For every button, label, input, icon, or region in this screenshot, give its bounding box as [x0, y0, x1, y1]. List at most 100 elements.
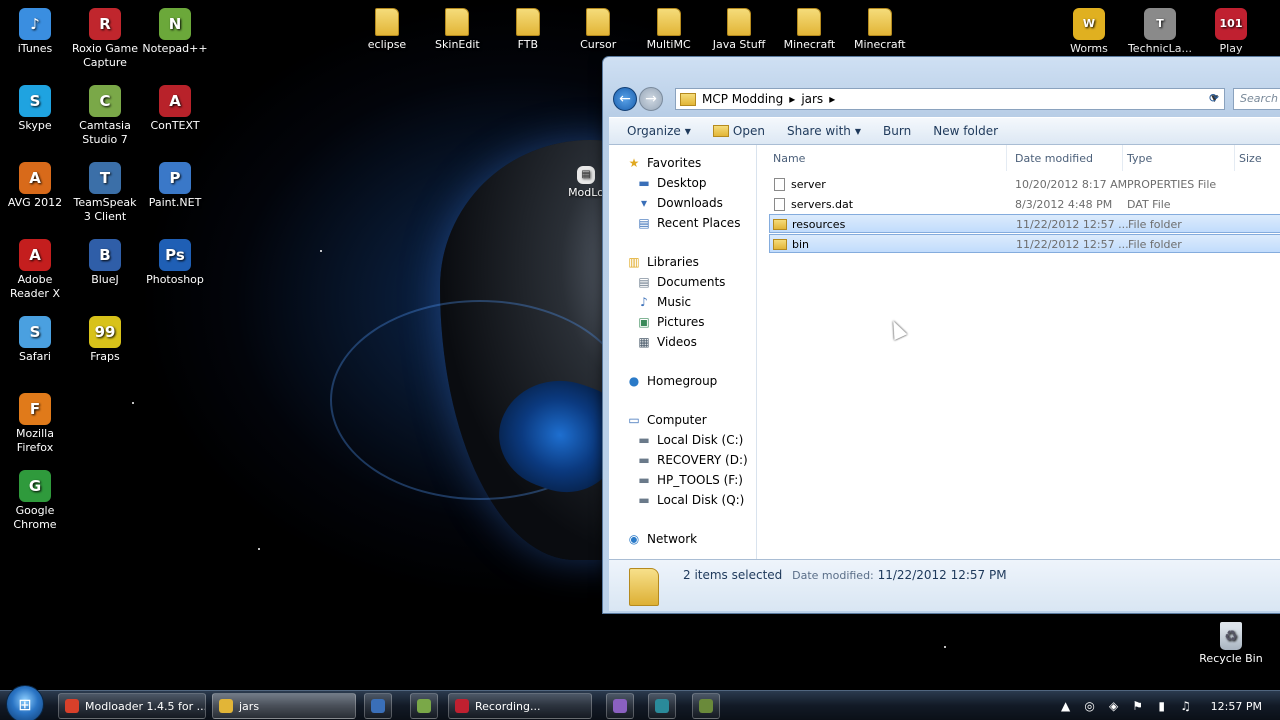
new-folder-button[interactable]: New folder: [925, 124, 1012, 138]
action-center-flag-icon[interactable]: ⚑: [1131, 699, 1145, 713]
desktop-icon[interactable]: C Camtasia Studio 7: [70, 85, 140, 147]
open-button[interactable]: Open: [705, 124, 779, 138]
search-input[interactable]: Search: [1233, 88, 1280, 110]
desktop-icon[interactable]: T TeamSpeak 3 Client: [70, 162, 140, 224]
desktop-icon[interactable]: P Paint.NET: [140, 162, 210, 210]
file-list: Name Date modified Type Size server 10/20…: [757, 145, 1280, 559]
nav-item-hp-tools-f[interactable]: ▬ HP_TOOLS (F:): [637, 471, 743, 489]
desktop-icon-label: Adobe Reader X: [10, 273, 60, 300]
desktop-folder[interactable]: MultiMC: [634, 8, 704, 52]
address-bar[interactable]: MCP Modding ▸ jars ▸ ▼: [675, 88, 1225, 110]
desktop-icon[interactable]: A AVG 2012: [0, 162, 70, 210]
desktop-icon[interactable]: T TechnicLa...: [1125, 8, 1195, 56]
taskbar-button[interactable]: Recording...: [448, 693, 592, 719]
column-header-name[interactable]: Name: [769, 145, 1007, 171]
desktop-folder[interactable]: Minecraft: [774, 8, 844, 52]
folder-icon: [445, 8, 470, 36]
nav-item-recovery-d[interactable]: ▬ RECOVERY (D:): [637, 451, 747, 469]
file-row[interactable]: bin 11/22/2012 12:57 ... File folder: [769, 233, 1280, 253]
column-header-size[interactable]: Size: [1235, 145, 1280, 171]
nav-item-favorites[interactable]: ★ Favorites: [627, 154, 702, 172]
refresh-icon[interactable]: ⟳: [1209, 91, 1225, 107]
star-icon: ★: [628, 156, 640, 170]
burn-button[interactable]: Burn: [875, 124, 925, 138]
taskbar-button[interactable]: [648, 693, 676, 719]
back-button[interactable]: ←: [613, 87, 637, 111]
desktop-folder[interactable]: SkinEdit: [422, 8, 492, 52]
desktop-icon[interactable]: N Notepad++: [140, 8, 210, 56]
nav-item-local-disk-q[interactable]: ▬ Local Disk (Q:): [637, 491, 744, 509]
desktop-icon[interactable]: G Google Chrome: [0, 470, 70, 532]
taskbar-button[interactable]: jars: [212, 693, 356, 719]
taskbar-button[interactable]: [692, 693, 720, 719]
nav-item-label: HP_TOOLS (F:): [657, 473, 743, 487]
desktop-icon[interactable]: S Skype: [0, 85, 70, 133]
nav-item-videos[interactable]: ▦ Videos: [637, 333, 697, 351]
desktop-icon-label: Fraps: [90, 350, 120, 363]
breadcrumb-segment[interactable]: MCP Modding: [702, 92, 783, 106]
nav-item-label: Pictures: [657, 315, 705, 329]
desktop-icon[interactable]: W Worms: [1054, 8, 1124, 56]
file-row[interactable]: servers.dat 8/3/2012 4:48 PM DAT File: [769, 195, 1280, 214]
desktop-icon[interactable]: ♪ iTunes: [0, 8, 70, 56]
start-button[interactable]: ⊞: [6, 685, 44, 720]
desktop-icon[interactable]: 101 Play: [1196, 8, 1266, 56]
security-shield-icon[interactable]: ◈: [1107, 699, 1121, 713]
desktop-icon-label: AVG 2012: [7, 196, 63, 209]
nav-item-label: Desktop: [657, 176, 707, 190]
drive-icon: ▬: [638, 433, 650, 447]
show-hidden-icons-icon[interactable]: ▲: [1059, 699, 1073, 713]
desktop-folder[interactable]: Java Stuff: [704, 8, 774, 52]
app-icon: ♪: [19, 8, 51, 40]
volume-icon[interactable]: ♫: [1179, 699, 1193, 713]
desktop-icon[interactable]: S Safari: [0, 316, 70, 364]
library-icon: ▥: [628, 255, 640, 269]
network-signal-icon[interactable]: ▮: [1155, 699, 1169, 713]
desktop-icon-modloader-partial[interactable]: ▤ ModLo: [566, 166, 606, 200]
nav-item-network[interactable]: ◉ Network: [627, 530, 697, 548]
recent-places-icon: ▤: [638, 216, 650, 230]
desktop-folder[interactable]: Cursor: [563, 8, 633, 52]
desktop-icon[interactable]: A Adobe Reader X: [0, 239, 70, 301]
desktop-icon[interactable]: F Mozilla Firefox: [0, 393, 70, 455]
column-header-type[interactable]: Type: [1123, 145, 1235, 171]
nav-item-local-disk-c[interactable]: ▬ Local Disk (C:): [637, 431, 743, 449]
breadcrumb-segment[interactable]: jars: [801, 92, 823, 106]
taskbar-button[interactable]: Modloader 1.4.5 for ...: [58, 693, 206, 719]
nav-item-pictures[interactable]: ▣ Pictures: [637, 313, 705, 331]
column-header-date[interactable]: Date modified: [1011, 145, 1123, 171]
column-header-label: Name: [773, 151, 806, 165]
folder-icon: [375, 8, 399, 36]
nav-item-music[interactable]: ♪ Music: [637, 293, 691, 311]
nav-item-libraries[interactable]: ▥ Libraries: [627, 253, 699, 271]
steam-icon[interactable]: ◎: [1083, 699, 1097, 713]
nav-item-homegroup[interactable]: ● Homegroup: [627, 372, 718, 390]
breadcrumb-separator-icon: ▸: [829, 92, 836, 106]
nav-item-documents[interactable]: ▤ Documents: [637, 273, 725, 291]
forward-button[interactable]: →: [639, 87, 663, 111]
file-name: servers.dat: [791, 197, 854, 211]
desktop-folder[interactable]: FTB: [493, 8, 563, 52]
desktop-icon[interactable]: 99 Fraps: [70, 316, 140, 364]
taskbar-button[interactable]: [364, 693, 392, 719]
file-row[interactable]: server 10/20/2012 8:17 AM PROPERTIES File: [769, 175, 1280, 194]
desktop-folder[interactable]: Minecraft: [845, 8, 915, 52]
desktop-icon[interactable]: R Roxio Game Capture: [70, 8, 140, 70]
share-with-button[interactable]: Share with ▼: [779, 124, 875, 138]
nav-item-downloads[interactable]: ▾ Downloads: [637, 194, 723, 212]
desktop-icon[interactable]: A ConTEXT: [140, 85, 210, 133]
app-icon: A: [19, 239, 51, 271]
organize-button[interactable]: Organize ▼: [619, 124, 705, 138]
desktop-icon-recycle-bin[interactable]: ♻ Recycle Bin: [1196, 622, 1266, 666]
app-icon: N: [159, 8, 191, 40]
file-row[interactable]: resources 11/22/2012 12:57 ... File folder: [769, 214, 1280, 234]
desktop-icon[interactable]: Ps Photoshop: [140, 239, 210, 287]
desktop-folder[interactable]: eclipse: [352, 8, 422, 52]
nav-item-recent-places[interactable]: ▤ Recent Places: [637, 214, 740, 232]
taskbar-button[interactable]: [606, 693, 634, 719]
desktop-icon[interactable]: B BlueJ: [70, 239, 140, 287]
clock[interactable]: 12:57 PM: [1211, 700, 1262, 713]
nav-item-computer[interactable]: ▭ Computer: [627, 411, 706, 429]
nav-item-desktop[interactable]: ▬ Desktop: [637, 174, 707, 192]
taskbar-button[interactable]: [410, 693, 438, 719]
